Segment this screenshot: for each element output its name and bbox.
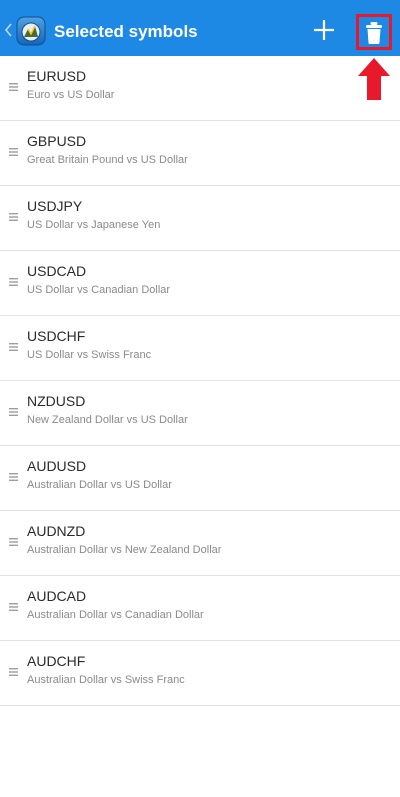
symbol-name: USDCAD — [27, 263, 87, 279]
trash-icon — [366, 22, 382, 44]
drag-handle-icon[interactable] — [9, 407, 18, 417]
symbol-list: EURUSD Euro vs US Dollar GBPUSD Great Br… — [0, 56, 400, 706]
symbol-description: New Zealand Dollar vs US Dollar — [27, 414, 188, 426]
drag-handle-icon[interactable] — [9, 277, 18, 287]
drag-handle-icon[interactable] — [9, 602, 18, 612]
symbol-name: EURUSD — [27, 68, 87, 84]
symbol-row[interactable]: AUDCAD Australian Dollar vs Canadian Dol… — [0, 576, 400, 641]
symbol-row[interactable]: NZDUSD New Zealand Dollar vs US Dollar — [0, 381, 400, 446]
symbol-row[interactable]: USDJPY US Dollar vs Japanese Yen — [0, 186, 400, 251]
symbol-description: Australian Dollar vs Canadian Dollar — [27, 609, 204, 621]
symbol-row[interactable]: USDCHF US Dollar vs Swiss Franc — [0, 316, 400, 381]
drag-handle-icon[interactable] — [9, 147, 18, 157]
symbol-row[interactable]: AUDCHF Australian Dollar vs Swiss Franc — [0, 641, 400, 706]
symbol-row[interactable]: AUDUSD Australian Dollar vs US Dollar — [0, 446, 400, 511]
symbol-row[interactable]: AUDNZD Australian Dollar vs New Zealand … — [0, 511, 400, 576]
delete-symbols-button[interactable] — [356, 14, 392, 50]
symbol-description: Australian Dollar vs New Zealand Dollar — [27, 544, 222, 556]
symbol-row[interactable]: EURUSD Euro vs US Dollar — [0, 56, 400, 121]
symbol-description: Great Britain Pound vs US Dollar — [27, 154, 188, 166]
drag-handle-icon[interactable] — [9, 212, 18, 222]
drag-handle-icon[interactable] — [9, 537, 18, 547]
symbol-description: US Dollar vs Canadian Dollar — [27, 284, 171, 296]
symbol-name: USDJPY — [27, 198, 83, 214]
symbol-description: US Dollar vs Swiss Franc — [27, 349, 152, 361]
symbol-name: AUDCHF — [27, 653, 86, 669]
symbol-description: Australian Dollar vs US Dollar — [27, 479, 172, 491]
drag-handle-icon[interactable] — [9, 667, 18, 677]
page-title: Selected symbols — [54, 22, 198, 41]
symbol-name: AUDCAD — [27, 588, 87, 604]
chevron-left-icon[interactable] — [3, 22, 13, 38]
drag-handle-icon[interactable] — [9, 82, 18, 92]
top-app-bar: Selected symbols — [0, 0, 400, 56]
symbol-description: US Dollar vs Japanese Yen — [27, 219, 161, 231]
symbol-name: USDCHF — [27, 328, 86, 344]
drag-handle-icon[interactable] — [9, 342, 18, 352]
symbol-name: GBPUSD — [27, 133, 87, 149]
symbol-name: AUDNZD — [27, 523, 86, 539]
add-symbol-button[interactable] — [308, 14, 340, 46]
symbol-row[interactable]: USDCAD US Dollar vs Canadian Dollar — [0, 251, 400, 316]
drag-handle-icon[interactable] — [9, 472, 18, 482]
symbol-row[interactable]: GBPUSD Great Britain Pound vs US Dollar — [0, 121, 400, 186]
metatrader-app-icon[interactable] — [16, 16, 46, 46]
symbol-name: AUDUSD — [27, 458, 87, 474]
symbol-description: Euro vs US Dollar — [27, 89, 115, 101]
selected-symbols-screen: Selected symbols EURUSD Euro vs US Dolla… — [0, 0, 400, 797]
symbol-name: NZDUSD — [27, 393, 86, 409]
symbol-description: Australian Dollar vs Swiss Franc — [27, 674, 185, 686]
